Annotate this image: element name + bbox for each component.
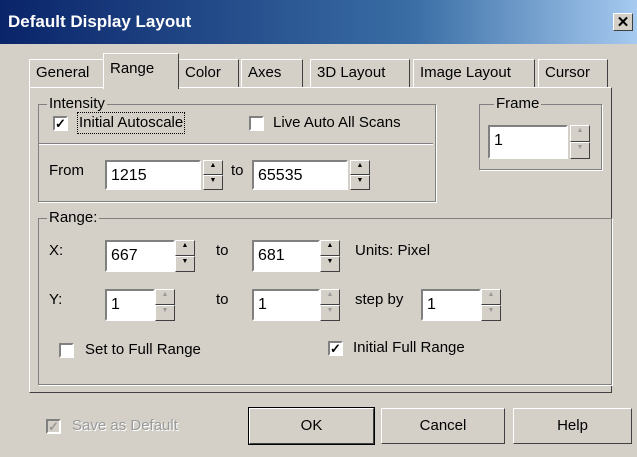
window-title: Default Display Layout [8, 12, 192, 31]
tab-image-layout[interactable]: Image Layout [413, 59, 535, 87]
tab-3d-layout[interactable]: 3D Layout [310, 59, 410, 87]
spin-up-icon[interactable]: ▲ [203, 160, 223, 175]
from-label: From [49, 162, 84, 179]
units-label: Units: Pixel [355, 242, 431, 259]
step-by-spinner[interactable]: ▲ ▼ [481, 289, 501, 321]
tab-label: Range [110, 60, 155, 77]
range-legend: Range: [47, 209, 100, 227]
close-icon: ✕ [616, 14, 630, 31]
intensity-to-spinner[interactable]: ▲ ▼ [350, 160, 370, 190]
set-full-range-checkbox[interactable] [59, 343, 74, 358]
tab-label: Image Layout [420, 64, 511, 81]
ok-button[interactable]: OK [248, 407, 375, 445]
tab-label: General [36, 64, 90, 81]
frame-legend: Frame [494, 95, 542, 113]
y-from-input[interactable]: 1 [105, 289, 155, 321]
help-button[interactable]: Help [513, 408, 632, 444]
tab-range[interactable]: Range [103, 53, 179, 89]
intensity-legend: Intensity [47, 95, 107, 113]
ok-label: OK [300, 417, 323, 434]
spin-down-icon[interactable]: ▼ [320, 305, 340, 321]
cancel-button[interactable]: Cancel [381, 408, 505, 444]
x-to-spinner[interactable]: ▲ ▼ [320, 240, 340, 272]
initial-full-range-checkbox[interactable]: ✓ [328, 341, 343, 356]
y-label: Y: [49, 291, 63, 308]
x-to-input[interactable]: 681 [252, 240, 320, 272]
tab-cursor[interactable]: Cursor [538, 59, 608, 87]
tab-color[interactable]: Color [178, 59, 239, 87]
frame-input[interactable]: 1 [488, 125, 568, 159]
tab-label: Axes [248, 64, 282, 81]
save-as-default-checkbox[interactable]: ✓ [46, 419, 61, 434]
title-bar: Default Display Layout ✕ [0, 0, 637, 44]
intensity-to-input[interactable]: 65535 [252, 160, 348, 190]
initial-autoscale-checkbox[interactable]: ✓ [53, 116, 68, 131]
spin-down-icon[interactable]: ▼ [570, 142, 590, 159]
spin-down-icon[interactable]: ▼ [481, 305, 501, 321]
y-to-input[interactable]: 1 [252, 289, 320, 321]
y-to-label: to [216, 291, 229, 308]
x-label: X: [49, 242, 64, 259]
spin-down-icon[interactable]: ▼ [203, 175, 223, 190]
spin-up-icon[interactable]: ▲ [350, 160, 370, 175]
spin-up-icon[interactable]: ▲ [570, 125, 590, 142]
tab-label: Color [185, 64, 221, 81]
tab-label: 3D Layout [317, 64, 386, 81]
check-icon: ✓ [55, 116, 66, 131]
intensity-from-input[interactable]: 1215 [105, 160, 201, 190]
check-icon: ✓ [330, 341, 341, 356]
x-from-spinner[interactable]: ▲ ▼ [175, 240, 195, 272]
intensity-group: Intensity ✓ Initial Autoscale Live Auto … [38, 95, 436, 202]
cancel-label: Cancel [419, 417, 467, 434]
tab-label: Cursor [545, 64, 591, 81]
spin-down-icon[interactable]: ▼ [350, 175, 370, 190]
intensity-from-spinner[interactable]: ▲ ▼ [203, 160, 223, 190]
range-tab-panel: Intensity ✓ Initial Autoscale Live Auto … [29, 87, 612, 393]
spin-up-icon[interactable]: ▲ [481, 289, 501, 305]
spin-up-icon[interactable]: ▲ [320, 289, 340, 305]
x-to-label: to [216, 242, 229, 259]
set-full-range-label: Set to Full Range [85, 341, 201, 358]
frame-group: Frame 1 ▲ ▼ [479, 95, 602, 170]
tab-general[interactable]: General [29, 59, 104, 87]
to-label: to [231, 162, 244, 179]
y-from-spinner[interactable]: ▲ ▼ [155, 289, 175, 321]
spin-down-icon[interactable]: ▼ [155, 305, 175, 321]
spin-down-icon[interactable]: ▼ [320, 256, 340, 272]
spin-up-icon[interactable]: ▲ [175, 240, 195, 256]
live-auto-all-scans-checkbox[interactable] [249, 116, 264, 131]
frame-spinner[interactable]: ▲ ▼ [570, 125, 590, 159]
spin-up-icon[interactable]: ▲ [320, 240, 340, 256]
save-as-default-label: Save as Default [72, 417, 178, 434]
spin-up-icon[interactable]: ▲ [155, 289, 175, 305]
initial-full-range-label: Initial Full Range [353, 339, 465, 356]
step-by-input[interactable]: 1 [421, 289, 481, 321]
y-to-spinner[interactable]: ▲ ▼ [320, 289, 340, 321]
live-auto-all-scans-label: Live Auto All Scans [273, 114, 401, 131]
initial-autoscale-label: Initial Autoscale [76, 112, 186, 134]
tab-axes[interactable]: Axes [241, 59, 303, 87]
divider [39, 143, 433, 145]
close-button[interactable]: ✕ [613, 13, 633, 31]
x-from-input[interactable]: 667 [105, 240, 175, 272]
check-icon: ✓ [48, 419, 59, 434]
step-by-label: step by [355, 291, 404, 308]
spin-down-icon[interactable]: ▼ [175, 256, 195, 272]
help-label: Help [557, 417, 588, 434]
range-group: Range: X: 667 ▲ ▼ to 681 ▲ ▼ Units: Pixe… [38, 209, 612, 385]
